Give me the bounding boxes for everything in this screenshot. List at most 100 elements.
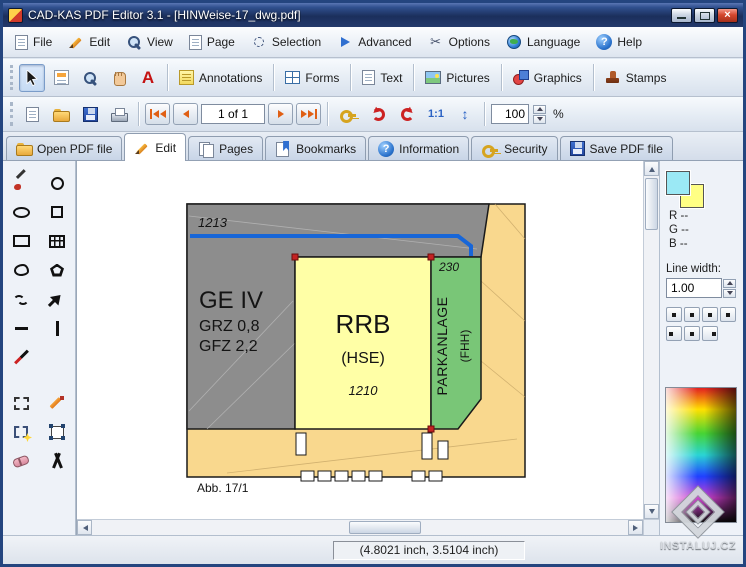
menu-file[interactable]: File <box>7 31 60 54</box>
menu-help[interactable]: Help <box>588 30 650 54</box>
open-file-button[interactable] <box>48 102 74 126</box>
save-button[interactable] <box>77 102 103 126</box>
new-document-button[interactable] <box>19 102 45 126</box>
line-style-button-1[interactable] <box>666 307 682 322</box>
last-page-button[interactable] <box>296 103 321 125</box>
horizontal-scrollbar[interactable] <box>77 519 643 535</box>
eraser-tool[interactable] <box>6 448 36 474</box>
toolbar-grip[interactable] <box>10 102 13 126</box>
circle-tool[interactable] <box>42 170 72 196</box>
maximize-button[interactable] <box>694 8 715 23</box>
menu-view[interactable]: View <box>118 30 181 54</box>
pentagon-icon <box>50 264 64 277</box>
horizontal-line-tool[interactable] <box>6 315 36 341</box>
square-tool[interactable] <box>42 199 72 225</box>
spinner-down-icon <box>727 291 733 298</box>
vertical-line-tool[interactable] <box>42 315 72 341</box>
horizontal-scroll-thumb[interactable] <box>349 521 421 534</box>
zoom-percent-label: % <box>553 107 564 121</box>
table-tool[interactable] <box>42 228 72 254</box>
closed-curve-tool[interactable] <box>6 257 36 283</box>
edit-objects-tool-button[interactable] <box>48 64 74 92</box>
security-key-button[interactable] <box>334 102 362 126</box>
polygon-tool[interactable] <box>42 257 72 283</box>
tab-security[interactable]: Security <box>471 136 557 160</box>
selection-handle-top-left[interactable] <box>292 254 298 260</box>
line-width-input[interactable] <box>666 278 722 298</box>
line-width-decrease-button[interactable] <box>723 289 736 298</box>
pictures-button[interactable]: Pictures <box>420 64 494 92</box>
vertical-scrollbar[interactable] <box>643 161 659 519</box>
zoom-tool-button[interactable] <box>77 64 103 92</box>
arrow-tool[interactable] <box>42 286 72 312</box>
text-tool-button[interactable]: A <box>135 64 161 92</box>
stamps-button[interactable]: Stamps <box>600 64 672 92</box>
tab-edit[interactable]: Edit <box>124 133 186 161</box>
text-group-button[interactable]: Text <box>357 64 407 92</box>
select-rectangle-tool[interactable] <box>6 390 36 416</box>
magic-select-tool[interactable] <box>6 419 36 445</box>
line-style-button-3[interactable] <box>702 307 718 322</box>
dot-position-button-left[interactable] <box>666 326 682 341</box>
tab-save-pdf-file[interactable]: Save PDF file <box>560 136 673 160</box>
forms-button[interactable]: Forms <box>280 64 344 92</box>
dot-position-button-right[interactable] <box>702 326 718 341</box>
transform-object-tool[interactable] <box>42 419 72 445</box>
menu-language[interactable]: Language <box>498 30 588 54</box>
graphics-button[interactable]: Graphics <box>508 64 587 92</box>
fit-page-button[interactable] <box>452 102 478 126</box>
primary-color-swatch[interactable] <box>666 171 690 195</box>
ellipse-tool[interactable] <box>6 199 36 225</box>
close-button[interactable] <box>717 8 738 23</box>
annotations-button[interactable]: Annotations <box>174 64 267 92</box>
line-width-control <box>666 278 736 298</box>
curve-icon <box>14 264 29 276</box>
rotate-right-button[interactable] <box>394 102 420 126</box>
toolbar-grip[interactable] <box>10 65 13 91</box>
previous-page-button[interactable] <box>173 103 198 125</box>
menu-page[interactable]: Page <box>181 31 243 54</box>
tab-pages[interactable]: Pages <box>188 136 263 160</box>
magnifier-icon <box>126 34 142 50</box>
tab-bookmarks[interactable]: Bookmarks <box>265 136 366 160</box>
page-number-input[interactable] <box>201 104 265 124</box>
next-page-button[interactable] <box>268 103 293 125</box>
tab-open-pdf-file[interactable]: Open PDF file <box>6 136 122 160</box>
menu-edit[interactable]: Edit <box>60 30 118 54</box>
line-width-increase-button[interactable] <box>723 279 736 288</box>
tab-information[interactable]: Information <box>368 136 469 160</box>
print-button[interactable] <box>106 102 132 126</box>
scroll-right-button[interactable] <box>628 520 643 535</box>
zoom-decrease-button[interactable] <box>533 115 546 124</box>
stamps-label: Stamps <box>626 71 667 85</box>
brush-tool[interactable] <box>6 170 36 196</box>
vertical-scroll-thumb[interactable] <box>645 178 658 230</box>
line-tool[interactable] <box>6 344 36 370</box>
line-style-button-4[interactable] <box>720 307 736 322</box>
dot-position-button-center[interactable] <box>684 326 700 341</box>
menu-bar: File Edit View Page Selection Advanced ✂… <box>3 27 743 58</box>
measure-angle-tool[interactable] <box>42 448 72 474</box>
pdf-page-canvas[interactable]: 1213 GE IV GRZ 0,8 GFZ 2,2 RRB (HSE) 121… <box>77 161 644 519</box>
scroll-left-button[interactable] <box>77 520 92 535</box>
pan-tool-button[interactable] <box>106 64 132 92</box>
menu-options[interactable]: ✂Options <box>420 30 498 54</box>
minimize-button[interactable] <box>671 8 692 23</box>
zoom-increase-button[interactable] <box>533 105 546 114</box>
actual-size-button[interactable]: 1:1 <box>423 102 449 126</box>
properties-panel: R -- G -- B -- Line width: <box>659 161 743 535</box>
selection-handle-top-right[interactable] <box>428 254 434 260</box>
highlight-rectangle-tool[interactable] <box>42 390 72 416</box>
scroll-up-button[interactable] <box>644 161 659 176</box>
selection-handle-bottom-right[interactable] <box>428 426 434 432</box>
rectangle-tool[interactable] <box>6 228 36 254</box>
menu-selection-label: Selection <box>272 35 321 49</box>
select-tool-button[interactable] <box>19 64 45 92</box>
rotate-left-button[interactable] <box>365 102 391 126</box>
freehand-curve-tool[interactable] <box>6 286 36 312</box>
menu-advanced[interactable]: Advanced <box>329 30 419 54</box>
zoom-input[interactable] <box>491 104 529 124</box>
line-style-button-2[interactable] <box>684 307 700 322</box>
menu-selection[interactable]: Selection <box>243 30 329 54</box>
first-page-button[interactable] <box>145 103 170 125</box>
